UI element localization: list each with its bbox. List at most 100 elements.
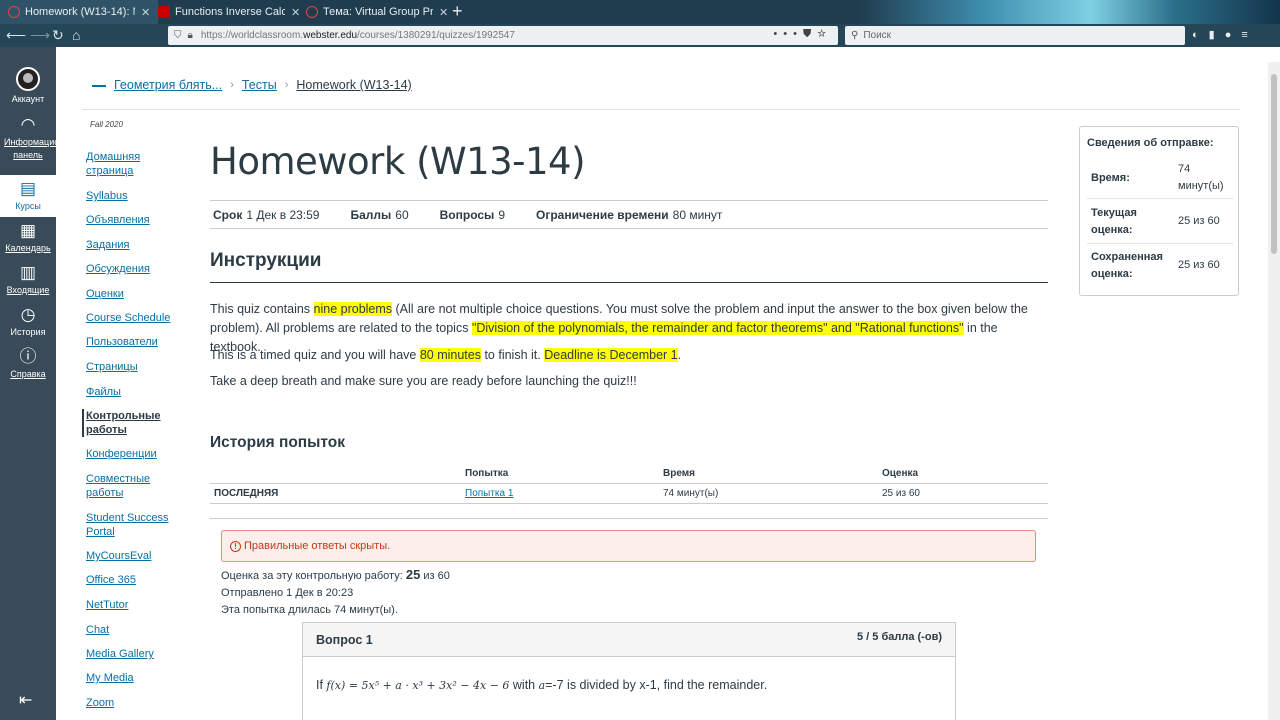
browser-tab-homework[interactable]: Homework (W13-14): MATH 1 ✕ — [0, 0, 159, 24]
course-nav-assignments[interactable]: Задания — [82, 238, 129, 252]
canvas-favicon-icon — [306, 6, 318, 18]
nav-history-label: История — [10, 327, 46, 337]
attempt-1-link[interactable]: Попытка 1 — [465, 488, 513, 499]
current-score-value: 25 из 60 — [1178, 215, 1220, 227]
nav-help-label: Справка — [10, 369, 46, 379]
course-nav-student-success[interactable]: Student Success Portal — [82, 511, 172, 539]
more-dots-icon[interactable]: ••• — [773, 28, 803, 40]
breadcrumb-course[interactable]: Геометрия блять... — [114, 78, 222, 92]
nav-inbox[interactable]: ▥ Входящие — [0, 263, 56, 297]
course-nav-home[interactable]: Домашняя страница — [82, 150, 180, 178]
menu-icon[interactable]: ≡ — [1241, 29, 1257, 41]
due-date: Срок 1 Дек в 23:59 — [213, 207, 320, 222]
lock-icon[interactable]: 🔒︎ — [188, 30, 193, 41]
tab-title: Тема: Virtual Group Presentatio — [323, 6, 433, 18]
tab-title: Functions Inverse Calculator - S — [175, 6, 285, 18]
address-bar[interactable]: ⛉ 🔒︎ https://worldclassroom.webster.edu/… — [168, 26, 838, 45]
quiz-details: Срок 1 Дек в 23:59 Баллы 60 Вопросы 9 Огран… — [210, 200, 1048, 229]
collapse-nav-icon[interactable]: ⇤ — [19, 690, 32, 710]
course-nav-office365[interactable]: Office 365 — [82, 573, 136, 587]
course-nav-course-schedule[interactable]: Course Schedule — [82, 311, 170, 325]
nav-account-label: Аккаунт — [11, 94, 45, 104]
instructions-paragraph-3: Take a deep breath and make sure you are… — [210, 374, 637, 388]
back-arrow-icon[interactable]: ⟵ — [6, 27, 26, 44]
pocket-icon[interactable]: ⛊ — [803, 28, 817, 40]
scrollbar-thumb[interactable] — [1271, 74, 1277, 254]
breadcrumb-bar: Геометрия блять... › Тесты › Homework (W… — [82, 62, 1240, 110]
book-icon: ▤ — [19, 179, 37, 198]
close-icon[interactable]: ✕ — [141, 6, 150, 19]
nav-history[interactable]: ◷ История — [0, 305, 56, 339]
nav-account[interactable]: Аккаунт — [0, 67, 56, 106]
time-limit: Ограничение времени 80 минут — [536, 207, 723, 222]
extension-icons[interactable]: ◐▮●≡ — [1192, 28, 1258, 41]
chevron-right-icon: › — [230, 79, 234, 91]
search-bar[interactable]: ⚲ Поиск — [845, 26, 1185, 45]
course-nav-chat[interactable]: Chat — [82, 623, 109, 637]
home-icon[interactable]: ⌂ — [72, 27, 80, 43]
submission-details: Сведения об отправке: Время: 74 минут(ы)… — [1079, 126, 1239, 296]
nav-courses[interactable]: ▤ Курсы — [0, 175, 56, 217]
nav-dashboard-label: Информационная панель — [4, 137, 80, 160]
course-nav-people[interactable]: Пользователи — [82, 335, 158, 349]
grammarly-icon[interactable]: ● — [1225, 29, 1242, 41]
shield-icon[interactable]: ⛉ — [174, 30, 182, 41]
course-nav-conferences[interactable]: Конференции — [82, 447, 157, 461]
column-header-time: Время — [663, 468, 695, 479]
points: Баллы 60 — [350, 207, 409, 222]
question-text: If f(x) = 5x⁵ + a · x³ + 3x² − 4x − 6 wi… — [316, 678, 768, 692]
current-score-label: Текущая оценка: — [1091, 207, 1137, 236]
page-actions[interactable]: •••⛊☆ — [773, 28, 832, 41]
table-header-row: Попытка Время Оценка — [210, 464, 1048, 484]
question-title: Вопрос 1 — [316, 633, 373, 647]
help-icon: ⓘ — [19, 347, 37, 366]
submitted-at: Отправлено 1 Дек в 20:23 — [221, 587, 354, 599]
submission-time-label: Время: — [1091, 172, 1130, 184]
course-nav-zoom[interactable]: Zoom — [82, 696, 114, 710]
course-nav-announcements[interactable]: Объявления — [82, 213, 150, 227]
course-nav-quizzes[interactable]: Контрольные работы — [82, 409, 186, 437]
nav-help[interactable]: ⓘ Справка — [0, 347, 56, 381]
page-scrollbar[interactable] — [1268, 62, 1280, 720]
close-icon[interactable]: ✕ — [439, 6, 448, 19]
course-nav-my-media[interactable]: My Media — [82, 671, 134, 685]
course-nav-media-gallery[interactable]: Media Gallery — [82, 647, 154, 661]
attempt-time: 74 минут(ы) — [663, 488, 719, 499]
course-navigation: Fall 2020 Домашняя страница Syllabus Объ… — [82, 120, 192, 709]
nav-inbox-label: Входящие — [6, 285, 50, 295]
nav-calendar-label: Календарь — [5, 243, 51, 253]
course-nav-discussions[interactable]: Обсуждения — [82, 262, 150, 276]
attempt-duration: Эта попытка длилась 74 минут(ы). — [221, 604, 398, 616]
column-header-score: Оценка — [882, 468, 919, 479]
question-formula: f(x) = 5x⁵ + a · x³ + 3x² − 4x − 6 — [326, 679, 510, 692]
new-tab-plus-icon[interactable]: + — [452, 1, 463, 22]
course-nav-grades[interactable]: Оценки — [82, 287, 124, 301]
bookmark-star-icon[interactable]: ☆ — [817, 28, 832, 40]
nav-dashboard[interactable]: ◠ Информационная панель — [0, 115, 80, 162]
instructions-paragraph-2: This is a timed quiz and you will have 8… — [210, 348, 682, 362]
global-navigation: Аккаунт ◠ Информационная панель ▤ Курсы … — [0, 47, 80, 720]
nav-calendar[interactable]: ▦ Календарь — [0, 221, 56, 255]
reload-icon[interactable]: ↻ — [52, 27, 64, 44]
course-nav-nettutor[interactable]: NetTutor — [82, 598, 128, 612]
browser-tab-bar: Homework (W13-14): MATH 1 ✕ Functions In… — [0, 0, 1280, 24]
course-nav-syllabus[interactable]: Syllabus — [82, 189, 128, 203]
submission-time-value: 74 минут(ы) — [1178, 163, 1224, 192]
breadcrumb-current[interactable]: Homework (W13-14) — [296, 78, 411, 92]
attempt-history-table: Попытка Время Оценка ПОСЛЕДНЯЯ Попытка 1… — [210, 464, 1048, 504]
extension-icon[interactable]: ▮ — [1209, 29, 1225, 41]
breadcrumb-quizzes[interactable]: Тесты — [242, 78, 277, 92]
extension-icon[interactable]: ◐ — [1192, 29, 1209, 41]
browser-tab-presentation[interactable]: Тема: Virtual Group Presentatio ✕ — [298, 0, 456, 24]
question-count: Вопросы 9 — [439, 207, 505, 222]
forward-arrow-icon[interactable]: ⟶ — [30, 27, 50, 44]
course-nav-collaborations[interactable]: Совместные работы — [82, 472, 180, 500]
hamburger-menu-icon[interactable] — [92, 85, 106, 87]
course-nav-mycourseval[interactable]: MyCoursEval — [82, 549, 151, 563]
question-header: Вопрос 1 5 / 5 балла (-ов) — [303, 623, 955, 657]
kept-score-value: 25 из 60 — [1178, 259, 1220, 271]
course-nav-pages[interactable]: Страницы — [82, 360, 138, 374]
course-nav-files[interactable]: Файлы — [82, 385, 121, 399]
browser-tab-calculator[interactable]: Functions Inverse Calculator - S ✕ — [150, 0, 308, 24]
table-row: ПОСЛЕДНЯЯ Попытка 1 74 минут(ы) 25 из 60 — [210, 484, 1048, 504]
